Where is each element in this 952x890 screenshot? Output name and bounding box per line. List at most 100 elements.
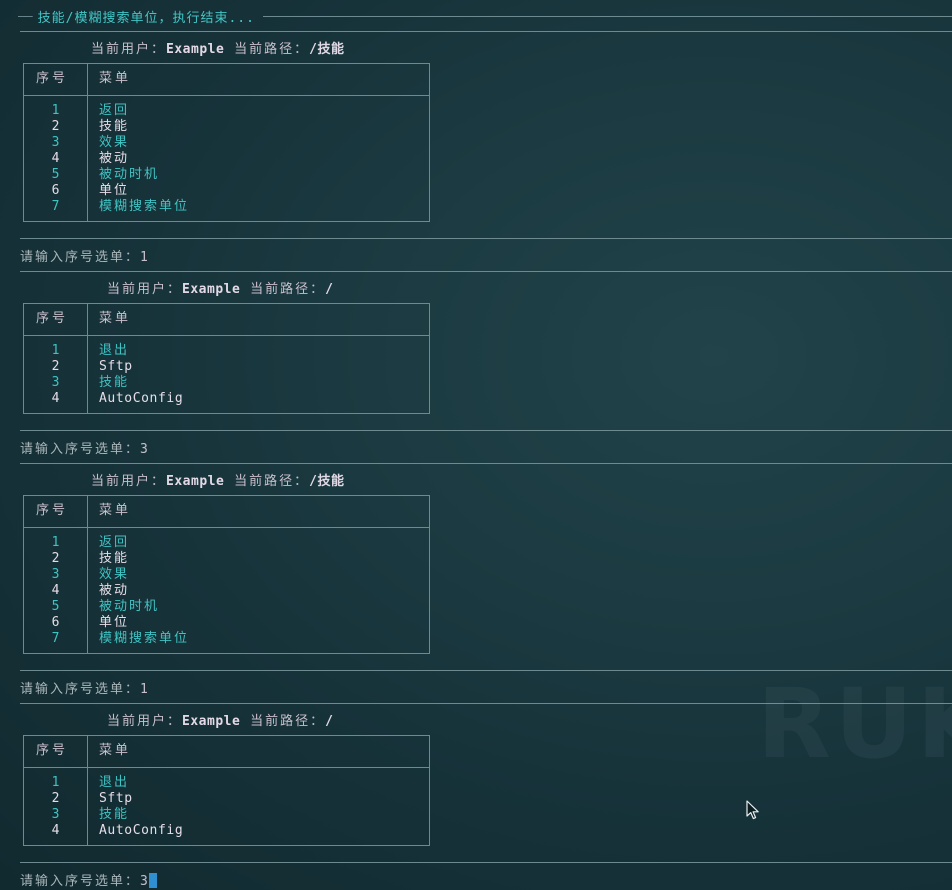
menu-item-number: 3 — [51, 567, 60, 582]
column-header-number: 序号 — [36, 311, 69, 326]
menu-item-label: 被动时机 — [99, 599, 160, 614]
menu-item-label: 单位 — [99, 615, 130, 630]
menu-item-label: 返回 — [99, 535, 130, 550]
input-prompt[interactable]: 请输入序号选单：3 — [20, 438, 148, 457]
banner-dash: —— — [18, 8, 33, 24]
current-path-value: / — [325, 282, 334, 297]
menu-item-number: 5 — [51, 599, 60, 614]
prompt-label: 请输入序号选单： — [20, 250, 141, 265]
column-header-menu: 菜单 — [99, 311, 132, 326]
menu-item[interactable]: 4 AutoConfig — [24, 391, 429, 407]
menu-item-label: 模糊搜索单位 — [99, 631, 190, 646]
status-header: 当前用户：Example 当前路径：/ — [107, 710, 333, 729]
table-header-divider — [24, 95, 429, 96]
mouse-pointer-icon — [746, 800, 759, 820]
input-prompt[interactable]: 请输入序号选单：3 — [20, 870, 157, 889]
current-user-label: 当前用户： — [91, 474, 167, 489]
menu-item-label: 技能 — [99, 119, 130, 134]
table-header-divider — [24, 527, 429, 528]
status-header: 当前用户：Example 当前路径：/ — [107, 278, 333, 297]
menu-item[interactable]: 2 技能 — [24, 551, 429, 567]
menu-item-number: 3 — [51, 807, 60, 822]
menu-rows: 1 退出 2 Sftp 3 技能 4 AutoConfig — [24, 775, 429, 839]
menu-item[interactable]: 1 返回 — [24, 535, 429, 551]
menu-item-number: 2 — [51, 359, 60, 374]
menu-item[interactable]: 3 效果 — [24, 567, 429, 583]
menu-item[interactable]: 7 模糊搜索单位 — [24, 631, 429, 647]
menu-item-label: 技能 — [99, 375, 130, 390]
menu-rows: 1 返回 2 技能 3 效果 4 被动 5 被动时机 6 单位 7 模糊搜索单位 — [24, 535, 429, 647]
prompt-label: 请输入序号选单： — [20, 442, 141, 457]
menu-item-label: 模糊搜索单位 — [99, 199, 190, 214]
menu-item-number: 1 — [51, 103, 60, 118]
separator-line — [20, 271, 952, 272]
column-header-menu: 菜单 — [99, 503, 132, 518]
menu-item[interactable]: 7 模糊搜索单位 — [24, 199, 429, 215]
current-path-label: 当前路径： — [250, 282, 326, 297]
separator-line — [20, 31, 952, 32]
menu-item-number: 6 — [51, 615, 60, 630]
separator-line — [20, 862, 952, 863]
menu-rows: 1 退出 2 Sftp 3 技能 4 AutoConfig — [24, 343, 429, 407]
separator-line — [20, 463, 952, 464]
menu-item[interactable]: 4 被动 — [24, 151, 429, 167]
prompt-answer: 3 — [140, 442, 148, 457]
status-header: 当前用户：Example 当前路径：/技能 — [91, 38, 344, 57]
input-prompt[interactable]: 请输入序号选单：1 — [20, 678, 148, 697]
column-header-number: 序号 — [36, 503, 69, 518]
menu-item[interactable]: 4 被动 — [24, 583, 429, 599]
menu-item[interactable]: 1 返回 — [24, 103, 429, 119]
menu-item[interactable]: 2 Sftp — [24, 359, 429, 375]
menu-item-number: 7 — [51, 631, 60, 646]
menu-item[interactable]: 3 效果 — [24, 135, 429, 151]
current-path-value: /技能 — [309, 474, 345, 489]
menu-table: 序号 菜单 1 退出 2 Sftp 3 技能 4 AutoConfig — [23, 303, 430, 414]
menu-item[interactable]: 3 技能 — [24, 807, 429, 823]
menu-item-number: 3 — [51, 135, 60, 150]
input-prompt[interactable]: 请输入序号选单：1 — [20, 246, 148, 265]
current-user-value: Example — [166, 42, 225, 57]
current-user-label: 当前用户： — [107, 714, 183, 729]
menu-item[interactable]: 6 单位 — [24, 615, 429, 631]
menu-item-label: AutoConfig — [99, 391, 184, 406]
column-header-menu: 菜单 — [99, 743, 132, 758]
menu-item[interactable]: 4 AutoConfig — [24, 823, 429, 839]
menu-table: 序号 菜单 1 返回 2 技能 3 效果 4 被动 5 被动时机 6 单位 7 模糊搜索单位 — [23, 495, 430, 654]
menu-item[interactable]: 2 技能 — [24, 119, 429, 135]
menu-item[interactable]: 1 退出 — [24, 775, 429, 791]
table-header-divider — [24, 767, 429, 768]
menu-item[interactable]: 6 单位 — [24, 183, 429, 199]
separator-line — [20, 430, 952, 431]
menu-item-number: 4 — [51, 823, 60, 838]
menu-item-number: 6 — [51, 183, 60, 198]
prompt-answer: 1 — [140, 250, 148, 265]
menu-item-label: Sftp — [99, 791, 133, 806]
menu-table: 序号 菜单 1 退出 2 Sftp 3 技能 4 AutoConfig — [23, 735, 430, 846]
column-header-number: 序号 — [36, 743, 69, 758]
menu-item-number: 5 — [51, 167, 60, 182]
current-path-value: / — [325, 714, 334, 729]
prompt-answer: 1 — [140, 682, 148, 697]
menu-item-number: 4 — [51, 151, 60, 166]
menu-item[interactable]: 5 被动时机 — [24, 599, 429, 615]
menu-item-number: 2 — [51, 551, 60, 566]
background-watermark: RUK — [757, 668, 952, 780]
menu-item-number: 2 — [51, 119, 60, 134]
menu-item-label: 技能 — [99, 551, 130, 566]
menu-item[interactable]: 1 退出 — [24, 343, 429, 359]
status-header: 当前用户：Example 当前路径：/技能 — [91, 470, 344, 489]
menu-item[interactable]: 2 Sftp — [24, 791, 429, 807]
table-header-divider — [24, 335, 429, 336]
banner-text: 技能/模糊搜索单位，执行结束... — [37, 10, 255, 26]
menu-item-number: 4 — [51, 391, 60, 406]
prompt-label: 请输入序号选单： — [20, 874, 141, 889]
menu-item[interactable]: 5 被动时机 — [24, 167, 429, 183]
menu-item-number: 1 — [51, 535, 60, 550]
separator-line — [20, 238, 952, 239]
menu-item-label: Sftp — [99, 359, 133, 374]
menu-item-number: 4 — [51, 583, 60, 598]
menu-rows: 1 返回 2 技能 3 效果 4 被动 5 被动时机 6 单位 7 模糊搜索单位 — [24, 103, 429, 215]
current-user-label: 当前用户： — [91, 42, 167, 57]
menu-item[interactable]: 3 技能 — [24, 375, 429, 391]
menu-item-number: 1 — [51, 343, 60, 358]
